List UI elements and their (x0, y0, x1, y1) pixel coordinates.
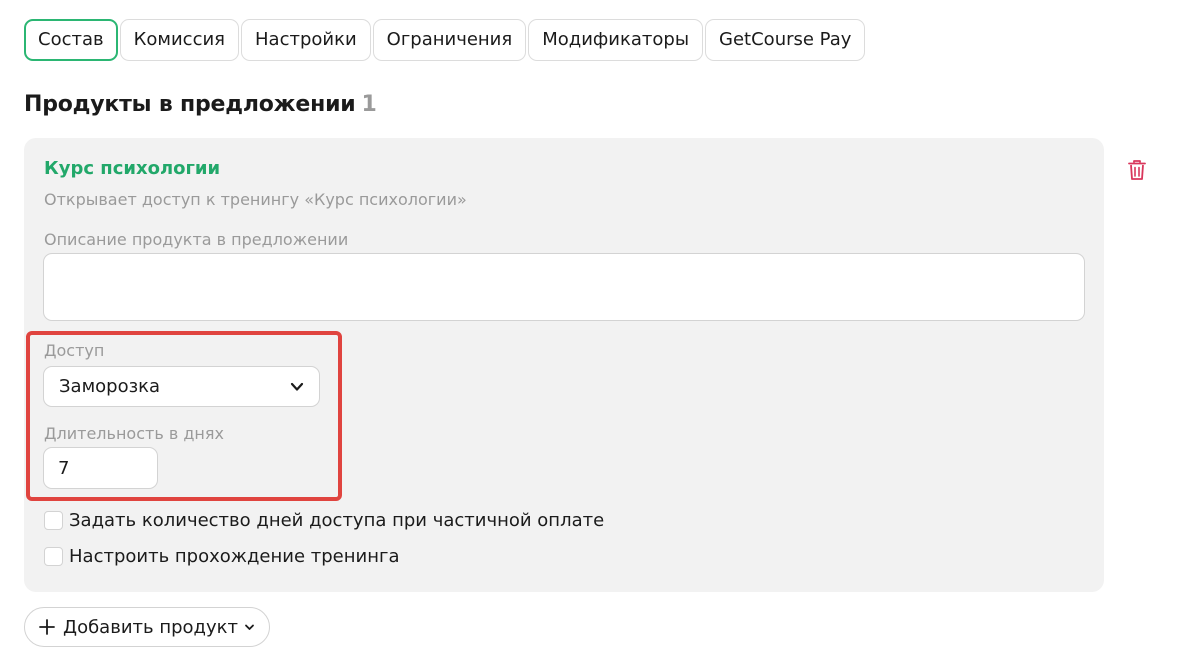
partial-payment-checkbox[interactable] (44, 511, 63, 530)
add-product-label: Добавить продукт (63, 616, 238, 638)
product-name: Курс психологии (44, 158, 221, 179)
duration-input[interactable] (43, 447, 158, 489)
tab-modifiers[interactable]: Модификаторы (528, 19, 704, 61)
section-title-text: Продукты в предложении (24, 92, 356, 117)
product-card: Курс психологии Открывает доступ к трени… (24, 138, 1104, 592)
tab-commission[interactable]: Комиссия (119, 19, 239, 61)
access-select[interactable]: Заморозка (43, 366, 320, 407)
access-label: Доступ (44, 341, 105, 360)
partial-payment-label: Задать количество дней доступа при части… (69, 510, 605, 531)
duration-label: Длительность в днях (44, 424, 224, 443)
product-count: 1 (361, 92, 377, 117)
description-field[interactable] (43, 253, 1085, 321)
add-product-button[interactable]: Добавить продукт (24, 607, 270, 647)
training-progress-checkbox[interactable] (44, 547, 63, 566)
tab-settings[interactable]: Настройки (241, 19, 371, 61)
tab-composition[interactable]: Состав (24, 19, 118, 61)
training-progress-option[interactable]: Настроить прохождение тренинга (44, 546, 399, 567)
chevron-down-icon (245, 624, 254, 630)
section-title: Продукты в предложении 1 (24, 92, 377, 117)
partial-payment-option[interactable]: Задать количество дней доступа при части… (44, 510, 604, 531)
trash-icon[interactable] (1127, 159, 1147, 181)
tab-bar: Состав Комиссия Настройки Ограничения Мо… (24, 19, 866, 61)
tab-getcourse-pay[interactable]: GetCourse Pay (705, 19, 866, 61)
chevron-down-icon (290, 382, 304, 391)
plus-icon (39, 619, 55, 635)
product-subtitle: Открывает доступ к тренингу «Курс психол… (44, 190, 467, 209)
training-progress-label: Настроить прохождение тренинга (69, 546, 400, 567)
access-select-value: Заморозка (59, 376, 161, 397)
tab-restrictions[interactable]: Ограничения (372, 19, 527, 61)
description-label: Описание продукта в предложении (44, 230, 349, 249)
